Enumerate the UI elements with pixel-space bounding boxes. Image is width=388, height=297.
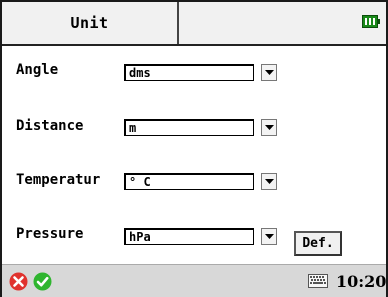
- temperature-select[interactable]: ° C: [124, 173, 279, 190]
- chevron-down-icon: [265, 234, 274, 239]
- temperature-select-value[interactable]: ° C: [124, 173, 254, 190]
- taskbar: 10:20: [2, 264, 386, 297]
- angle-select[interactable]: dms: [124, 64, 279, 81]
- clock-time: 10:20: [336, 272, 387, 291]
- cancel-icon[interactable]: [9, 272, 28, 291]
- pressure-select-value[interactable]: hPa: [124, 228, 254, 245]
- distance-select-value[interactable]: m: [124, 119, 254, 136]
- pressure-dropdown-button[interactable]: [261, 228, 277, 245]
- unit-settings-window: Unit Angle dms Distance m Temperatur ° C…: [0, 0, 388, 297]
- distance-select[interactable]: m: [124, 119, 279, 136]
- chevron-down-icon: [265, 179, 274, 184]
- header-divider: [177, 2, 179, 44]
- title-bar: Unit: [2, 2, 386, 46]
- angle-dropdown-button[interactable]: [261, 64, 277, 81]
- battery-icon: [362, 15, 380, 28]
- distance-dropdown-button[interactable]: [261, 119, 277, 136]
- chevron-down-icon: [265, 70, 274, 75]
- page-title: Unit: [70, 14, 109, 32]
- pressure-label: Pressure: [16, 226, 84, 242]
- pressure-select[interactable]: hPa: [124, 228, 279, 245]
- temperature-dropdown-button[interactable]: [261, 173, 277, 190]
- angle-select-value[interactable]: dms: [124, 64, 254, 81]
- distance-label: Distance: [16, 118, 84, 134]
- chevron-down-icon: [265, 125, 274, 130]
- ok-check-icon[interactable]: [33, 272, 52, 291]
- temperature-label: Temperatur: [16, 172, 101, 188]
- keyboard-icon[interactable]: [308, 274, 328, 288]
- angle-label: Angle: [16, 62, 59, 78]
- default-button[interactable]: Def.: [294, 231, 342, 256]
